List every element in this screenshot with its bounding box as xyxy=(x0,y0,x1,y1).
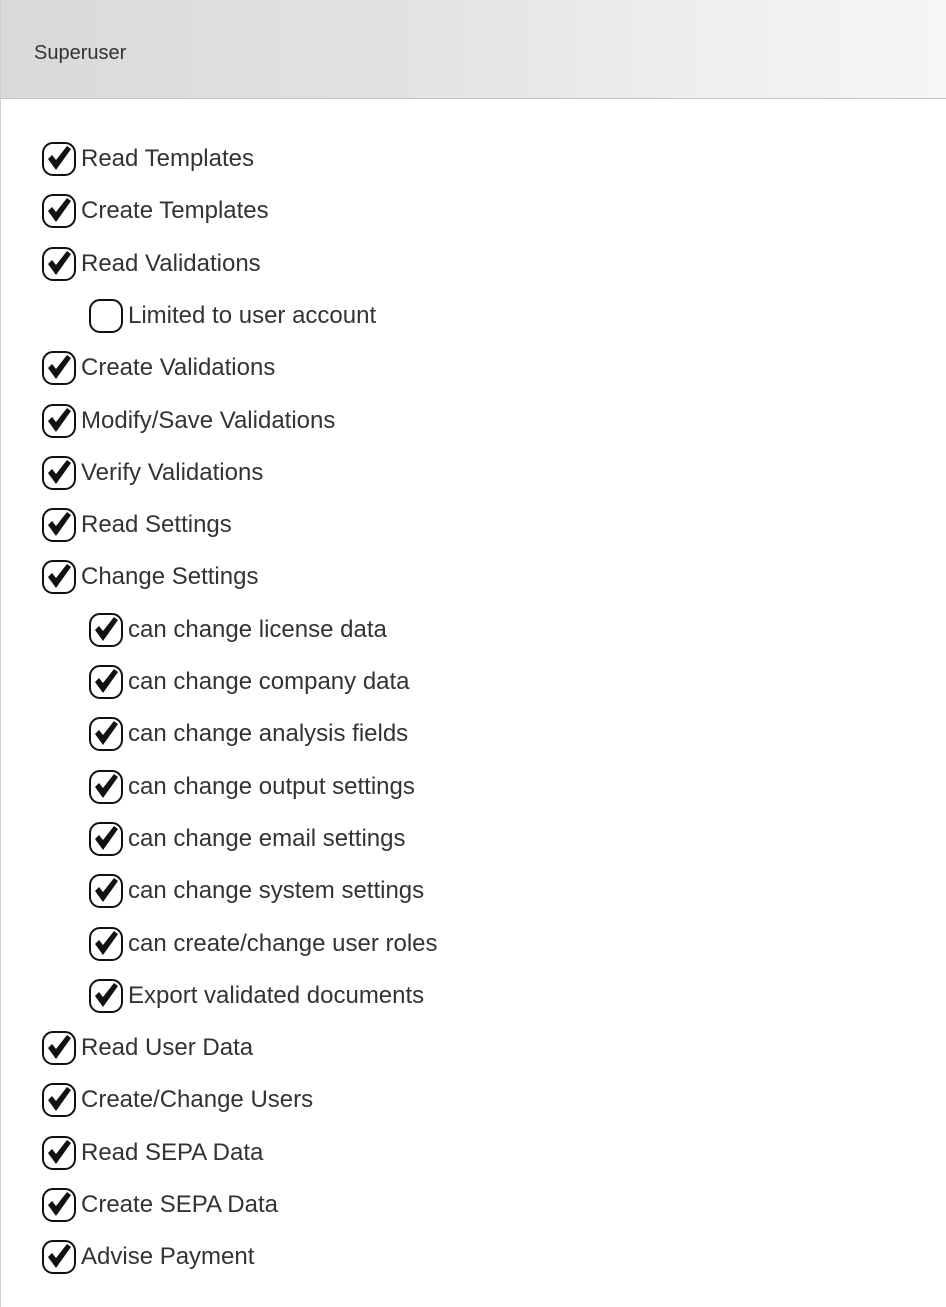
permission-row[interactable]: can change license data xyxy=(88,609,387,651)
permission-label: Verify Validations xyxy=(81,459,264,486)
permission-list: Read Templates Create Templates Read Valid… xyxy=(1,0,946,1307)
checkbox-checked-icon[interactable] xyxy=(88,769,124,805)
permission-row[interactable]: Read SEPA Data xyxy=(41,1132,263,1174)
permission-label: Create/Change Users xyxy=(81,1086,314,1113)
permission-row[interactable]: can change system settings xyxy=(88,870,424,912)
permission-row[interactable]: Verify Validations xyxy=(41,452,263,494)
checkbox-checked-icon[interactable] xyxy=(88,978,124,1014)
checkbox-checked-icon[interactable] xyxy=(41,246,77,282)
checkbox-checked-icon[interactable] xyxy=(41,1187,77,1223)
permission-row[interactable]: Create SEPA Data xyxy=(41,1184,278,1226)
permission-row[interactable]: Modify/Save Validations xyxy=(41,400,335,442)
permission-label: Export validated documents xyxy=(128,982,425,1009)
permission-row[interactable]: can change email settings xyxy=(88,818,406,860)
permission-row[interactable]: Read Validations xyxy=(41,243,261,285)
permission-row[interactable]: Create/Change Users xyxy=(41,1079,313,1121)
permission-row[interactable]: Advise Payment xyxy=(41,1236,254,1278)
permission-label: Create SEPA Data xyxy=(81,1191,278,1218)
permission-label: Read SEPA Data xyxy=(81,1139,264,1166)
checkbox-checked-icon[interactable] xyxy=(88,664,124,700)
checkbox-checked-icon[interactable] xyxy=(41,455,77,491)
permission-row[interactable]: can change output settings xyxy=(88,766,415,808)
permission-label: can change company data xyxy=(128,668,410,695)
permission-label: Change Settings xyxy=(81,563,259,590)
checkbox-checked-icon[interactable] xyxy=(41,1030,77,1066)
permission-row[interactable]: can change company data xyxy=(88,661,410,703)
permission-row[interactable]: Create Validations xyxy=(41,347,275,389)
checkbox-checked-icon[interactable] xyxy=(88,873,124,909)
role-permissions-panel: Superuser Read Templates Create Templates… xyxy=(0,0,946,1307)
checkbox-checked-icon[interactable] xyxy=(41,1135,77,1171)
permission-label: can change email settings xyxy=(128,825,406,852)
checkbox-checked-icon[interactable] xyxy=(41,350,77,386)
checkbox-checked-icon[interactable] xyxy=(41,559,77,595)
permission-label: Modify/Save Validations xyxy=(81,407,336,434)
permission-label: Create Templates xyxy=(81,197,269,224)
permission-label: Advise Payment xyxy=(81,1243,255,1270)
permission-row[interactable]: Limited to user account xyxy=(88,295,376,337)
checkbox-checked-icon[interactable] xyxy=(88,926,124,962)
checkbox-checked-icon[interactable] xyxy=(41,141,77,177)
permission-row[interactable]: Create Templates xyxy=(41,190,269,232)
permission-row[interactable]: Read Settings xyxy=(41,504,232,546)
checkbox-checked-icon[interactable] xyxy=(88,716,124,752)
permission-label: can change system settings xyxy=(128,877,425,904)
checkbox-checked-icon[interactable] xyxy=(41,1082,77,1118)
permission-row[interactable]: can create/change user roles xyxy=(88,923,438,965)
checkbox-checked-icon[interactable] xyxy=(88,821,124,857)
checkbox-checked-icon[interactable] xyxy=(41,193,77,229)
permission-row[interactable]: Read Templates xyxy=(41,138,254,180)
permission-label: Read Validations xyxy=(81,250,261,277)
permission-row[interactable]: Change Settings xyxy=(41,556,258,598)
permission-label: Read User Data xyxy=(81,1034,254,1061)
permission-row[interactable]: Export validated documents xyxy=(88,975,424,1017)
checkbox-checked-icon[interactable] xyxy=(88,612,124,648)
permission-label: can change license data xyxy=(128,616,387,643)
permission-label: Create Validations xyxy=(81,354,276,381)
permission-row[interactable]: Read User Data xyxy=(41,1027,253,1069)
permission-label: Read Templates xyxy=(81,145,254,172)
permission-label: Read Settings xyxy=(81,511,232,538)
checkbox-checked-icon[interactable] xyxy=(41,507,77,543)
permission-label: Limited to user account xyxy=(128,302,377,329)
checkbox-checked-icon[interactable] xyxy=(41,403,77,439)
permission-label: can change output settings xyxy=(128,773,415,800)
permission-row[interactable]: can change analysis fields xyxy=(88,713,408,755)
permission-label: can change analysis fields xyxy=(128,720,409,747)
permission-label: can create/change user roles xyxy=(128,930,438,957)
checkbox-checked-icon[interactable] xyxy=(41,1239,77,1275)
checkbox-unchecked-icon[interactable] xyxy=(88,298,124,334)
